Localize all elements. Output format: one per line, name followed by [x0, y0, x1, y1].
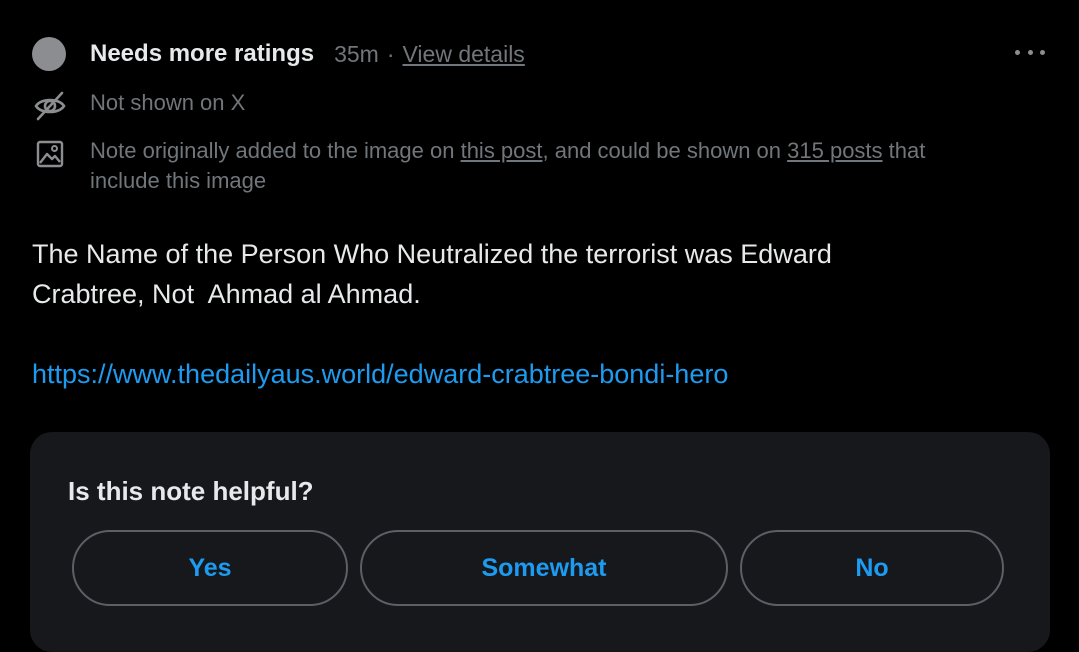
- image-note-row: Note originally added to the image on th…: [32, 136, 990, 196]
- no-button[interactable]: No: [740, 530, 1004, 606]
- image-note-text: Note originally added to the image on th…: [90, 136, 990, 196]
- separator-dot: ·: [386, 40, 395, 67]
- note-timestamp: 35m: [334, 40, 379, 67]
- more-dot: [1040, 49, 1045, 55]
- somewhat-button[interactable]: Somewhat: [360, 530, 728, 606]
- image-icon: [36, 140, 64, 168]
- rating-card: Is this note helpful? Yes Somewhat No: [30, 432, 1050, 652]
- rating-question: Is this note helpful?: [68, 476, 314, 506]
- visibility-row: Not shown on X: [32, 88, 990, 124]
- yes-button[interactable]: Yes: [72, 530, 348, 606]
- eye-slash-icon: [34, 91, 66, 121]
- more-dot: [1015, 49, 1020, 55]
- not-shown-text: Not shown on X: [90, 90, 246, 115]
- posts-count-link[interactable]: 315 posts: [787, 138, 882, 163]
- note-header: Needs more ratings 35m · View details: [32, 34, 525, 74]
- more-dot: [1027, 49, 1033, 55]
- note-body-text: The Name of the Person Who Neutralized t…: [32, 239, 832, 309]
- view-details-link[interactable]: View details: [403, 41, 525, 68]
- this-post-link[interactable]: this post: [461, 138, 543, 163]
- source-link[interactable]: https://www.thedailyaus.world/edward-cra…: [32, 354, 728, 394]
- more-options-icon[interactable]: [1015, 40, 1045, 64]
- note-prefix-text: Note originally added to the image on: [90, 138, 461, 163]
- note-status: Needs more ratings: [90, 40, 315, 67]
- status-dot-icon: [32, 37, 66, 71]
- note-middle-text: , and could be shown on: [542, 138, 788, 163]
